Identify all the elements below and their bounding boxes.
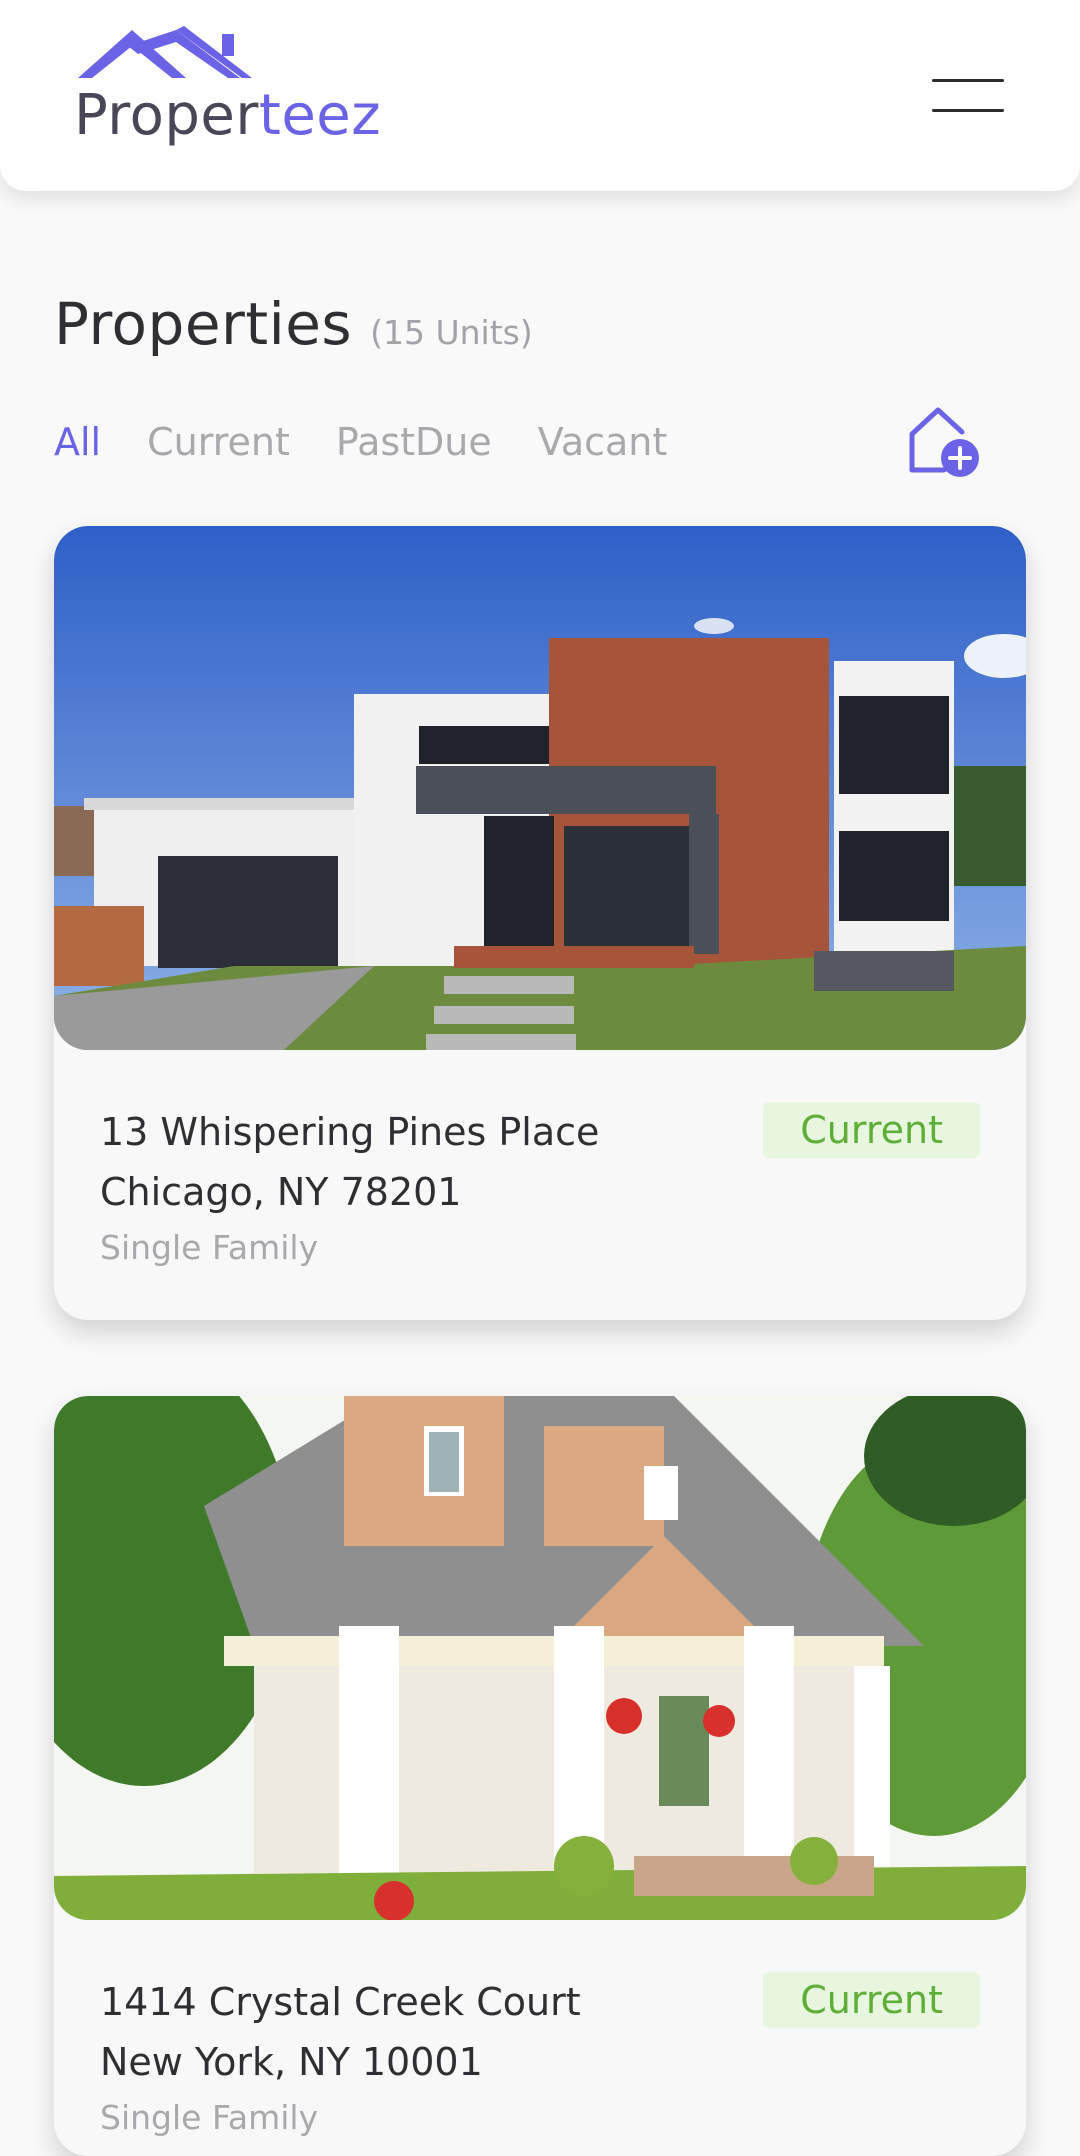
property-city: Chicago, NY 78201: [100, 1170, 462, 1214]
modern-house-image: [54, 526, 1026, 1050]
property-details: 13 Whispering Pines Place Chicago, NY 78…: [54, 1050, 1026, 1267]
filter-tabs: All Current PastDue Vacant: [54, 420, 713, 464]
app-header: Properteez: [0, 0, 1080, 191]
page-title-text: Properties: [54, 290, 353, 358]
property-city: New York, NY 10001: [100, 2040, 483, 2084]
unit-count: (15 Units): [370, 313, 533, 352]
status-badge: Current: [763, 1102, 980, 1158]
menu-line: [932, 79, 1004, 82]
property-type: Single Family: [100, 1228, 319, 1267]
logo-text: Properteez: [74, 83, 382, 148]
property-type: Single Family: [100, 2098, 319, 2137]
craftsman-house-image: [54, 1396, 1026, 1920]
filter-tab-all[interactable]: All: [54, 420, 101, 464]
status-badge: Current: [763, 1972, 980, 2028]
add-property-button[interactable]: [904, 404, 982, 482]
hamburger-menu-button[interactable]: [932, 76, 1008, 116]
property-card[interactable]: 13 Whispering Pines Place Chicago, NY 78…: [54, 526, 1026, 1320]
property-photo: [54, 526, 1026, 1050]
house-roof-icon: [78, 26, 252, 78]
property-details: 1414 Crystal Creek Court New York, NY 10…: [54, 1920, 1026, 2137]
properteez-logo[interactable]: Properteez: [72, 26, 382, 156]
property-photo: [54, 1396, 1026, 1920]
add-house-icon: [909, 407, 979, 477]
property-card[interactable]: 1414 Crystal Creek Court New York, NY 10…: [54, 1396, 1026, 2156]
menu-line: [932, 109, 1004, 112]
filter-tab-current[interactable]: Current: [147, 420, 290, 464]
filter-tab-vacant[interactable]: Vacant: [538, 420, 668, 464]
filter-tab-pastdue[interactable]: PastDue: [336, 420, 492, 464]
page-title: Properties (15 Units): [54, 290, 533, 358]
